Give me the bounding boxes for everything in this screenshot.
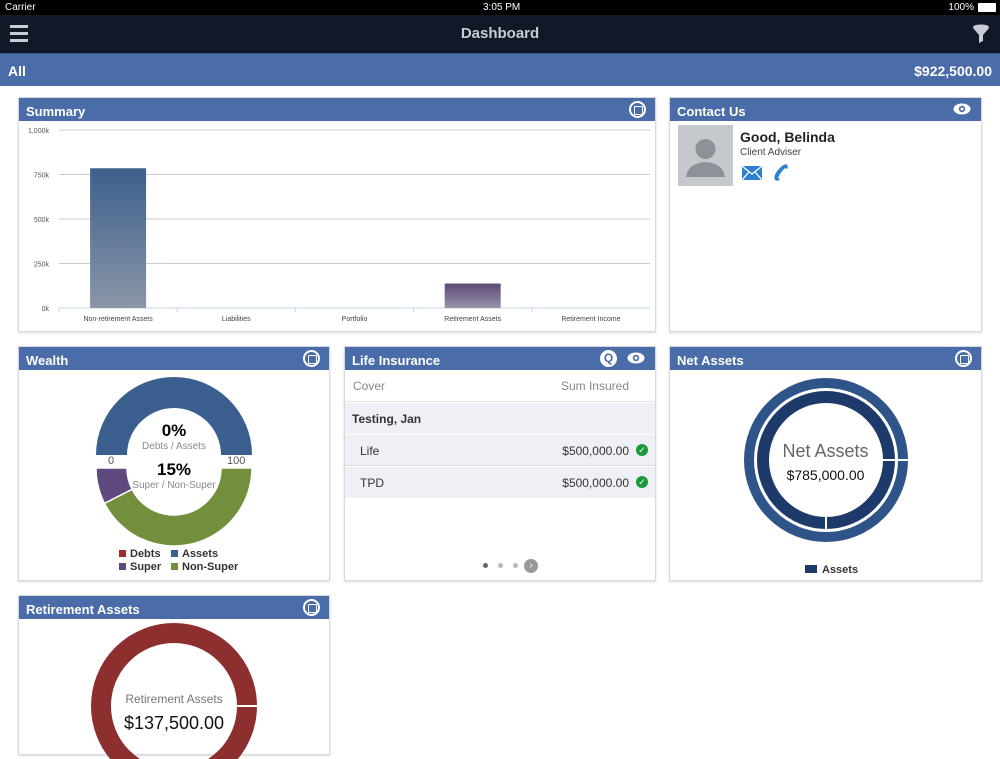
carrier: Carrier [5,2,36,13]
cover-name: TPD [360,476,384,490]
check-icon: ✓ [636,444,648,456]
contact-card: Contact Us Good, Belinda Client Adviser [669,97,982,332]
summary-card: Summary 0k 250k 500k 750k 1,000k Non-retireme… [18,97,656,332]
retirement-label: Retirement Assets [125,692,223,706]
group-row: Testing, Jan [345,403,655,434]
card-title: Retirement Assets [26,602,140,617]
y-tick-label: 500k [34,217,50,224]
net-assets-label: Net Assets [782,441,869,461]
debts-percent: 0% [161,421,187,440]
page-dot-active[interactable] [483,563,488,568]
life-insurance-card: Life Insurance Q Cover Sum Insured Testi… [344,346,656,581]
eye-icon[interactable] [627,352,645,364]
wealth-legend: Debts Assets Super Non-Super [119,548,251,573]
net-assets-value: $785,000.00 [786,467,865,483]
page-dot[interactable] [513,563,518,568]
col-sum-insured: Sum Insured [560,379,629,393]
cover-name: Life [360,444,380,458]
x-tick-label: Retirement Income [561,316,620,323]
bar [90,168,147,308]
clock: 3:05 PM [483,2,521,13]
x-tick-label: Portfolio [342,316,368,323]
legend-assets: Assets [171,548,251,560]
retirement-donut [91,623,258,759]
status-bar: Carrier 3:05 PM 100% [0,0,1000,15]
retirement-value: $137,500.00 [123,713,225,733]
y-tick-label: 750k [34,173,50,180]
page-dot[interactable] [498,563,503,568]
table-header: Cover Sum Insured [345,370,655,402]
x-tick-label: Liabilities [222,316,251,323]
y-tick-label: 0k [42,306,50,313]
net-assets-card: Net Assets Net Assets $785,000.00 Assets [669,346,982,581]
minimize-icon[interactable] [629,101,646,118]
card-title: Net Assets [677,353,744,368]
wealth-card: Wealth 0% Debts / Assets 15% Super / Non… [18,346,330,581]
bar [444,283,501,308]
super-label: Super / Non-Super [132,480,216,491]
avatar [678,125,733,186]
x-tick-label: Non-retirement Assets [83,316,153,323]
card-title: Life Insurance [352,353,441,368]
table-row[interactable]: TPD $500,000.00 ✓ [345,467,655,498]
next-page-icon[interactable]: › [524,559,538,573]
retirement-assets-card: Retirement Assets Retirement Assets $137… [18,595,330,759]
scale-min: 0 [108,455,115,467]
summary-header: Summary [19,98,655,121]
super-percent: 15% [156,460,192,479]
battery-icon [978,3,996,12]
summary-chart: 0k 250k 500k 750k 1,000k Non-retirement Asset… [28,128,650,323]
card-title: Contact Us [677,104,746,119]
nav-bar: Dashboard [0,15,1000,53]
quote-icon[interactable]: Q [600,350,617,367]
legend-super: Super [119,561,171,573]
col-cover: Cover [353,379,386,393]
minimize-icon[interactable] [303,350,320,367]
net-assets-donut [744,378,909,542]
sum-insured: $500,000.00 [562,476,629,490]
eye-icon[interactable] [953,103,971,115]
minimize-icon[interactable] [955,350,972,367]
y-tick-label: 1,000k [28,128,50,135]
debts-label: Debts / Assets [142,441,206,452]
page-title: Dashboard [460,25,540,42]
y-tick-label: 250k [34,262,50,269]
x-tick-label: Retirement Assets [444,316,501,323]
table-row[interactable]: Life $500,000.00 ✓ [345,435,655,466]
filter-icon[interactable] [972,24,990,44]
filter-label: All [8,63,26,79]
legend-assets: Assets [805,564,858,576]
filter-summary-bar[interactable]: All $922,500.00 [0,53,1000,86]
battery-percent: 100% [948,2,974,13]
contact-name: Good, Belinda [740,129,835,145]
sum-insured: $500,000.00 [562,444,629,458]
check-icon: ✓ [636,476,648,488]
scale-max: 100 [227,455,246,467]
phone-icon[interactable] [772,162,790,182]
card-title: Summary [26,104,86,119]
email-icon[interactable] [742,166,762,180]
legend-non-super: Non-Super [171,561,251,573]
card-title: Wealth [26,353,69,368]
contact-role: Client Adviser [740,147,802,158]
minimize-icon[interactable] [303,599,320,616]
total-value: $922,500.00 [914,63,992,79]
legend-debts: Debts [119,548,171,560]
